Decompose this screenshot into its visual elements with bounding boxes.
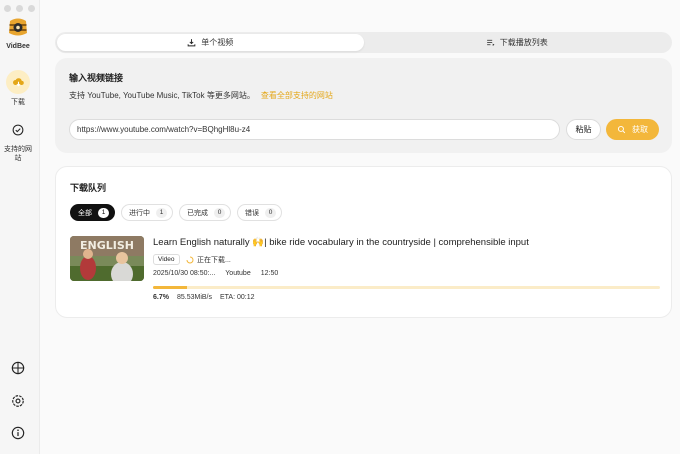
maximize-window-button[interactable]	[28, 5, 35, 12]
sidebar-item-supported-sites[interactable]: 支持的网站	[0, 118, 36, 163]
download-queue-card: 下载队列 全部 1 进行中 1 已完成 0 错误 0 ENGLISH Learn…	[55, 166, 672, 318]
thumbnail-title: ENGLISH	[80, 239, 134, 252]
filter-label: 已完成	[187, 209, 208, 217]
sidebar-item-label: 支持的网站	[4, 146, 32, 162]
video-duration: 12:50	[260, 270, 279, 277]
download-cloud-icon	[12, 77, 24, 86]
info-icon[interactable]	[11, 426, 25, 440]
support-description: 支持 YouTube, YouTube Music, TikTok 等更多网站。	[69, 91, 255, 100]
progress-fill	[153, 286, 187, 289]
paste-button[interactable]: 粘贴	[566, 119, 601, 140]
search-icon	[617, 125, 626, 134]
download-stats: 6.7% 85.53MiB/s ETA: 00:12	[153, 294, 255, 301]
url-input[interactable]	[69, 119, 560, 140]
sidebar-item-label: 下载	[11, 99, 25, 106]
progress-percent: 6.7%	[153, 294, 169, 301]
filter-count: 0	[214, 207, 225, 218]
settings-icon[interactable]	[11, 394, 25, 408]
filter-count: 1	[156, 207, 167, 218]
download-speed: 85.53MiB/s	[176, 294, 212, 301]
tab-single-video[interactable]: 单个视频	[57, 34, 364, 51]
sidebar: VidBee 下载 支持的网站	[0, 0, 40, 454]
status-text: 正在下载...	[197, 256, 231, 264]
filter-error[interactable]: 错误 0	[237, 204, 282, 221]
video-title: Learn English naturally 🙌| bike ride voc…	[153, 237, 529, 248]
minimize-window-button[interactable]	[16, 5, 23, 12]
fetch-label: 获取	[632, 125, 648, 134]
filter-label: 全部	[78, 209, 92, 217]
type-badge: Video	[153, 254, 180, 265]
sidebar-item-download[interactable]: 下载	[0, 70, 36, 107]
download-status: 正在下载...	[186, 254, 231, 265]
app-name: VidBee	[6, 43, 30, 50]
download-icon	[187, 39, 196, 47]
close-window-button[interactable]	[4, 5, 11, 12]
tab-label: 下载播放列表	[499, 38, 548, 47]
eta: ETA: 00:12	[220, 294, 255, 301]
created-date: 2025/10/30 08:50:...	[153, 270, 216, 277]
filter-in-progress[interactable]: 进行中 1	[121, 204, 173, 221]
support-text: 支持 YouTube, YouTube Music, TikTok 等更多网站。…	[69, 90, 333, 101]
video-thumbnail[interactable]: ENGLISH	[70, 236, 144, 281]
download-progress-bar	[153, 286, 660, 289]
tab-label: 单个视频	[201, 38, 234, 47]
globe-icon[interactable]	[11, 361, 25, 375]
filter-all[interactable]: 全部 1	[70, 204, 115, 221]
filter-label: 错误	[245, 209, 259, 217]
supported-sites-link[interactable]: 查看全部支持的网站	[261, 91, 333, 100]
filter-count: 1	[98, 207, 109, 218]
window-controls	[4, 5, 35, 12]
filter-completed[interactable]: 已完成 0	[179, 204, 231, 221]
check-circle-icon	[12, 124, 24, 136]
input-section-title: 输入视频链接	[69, 73, 124, 83]
playlist-icon	[486, 39, 495, 46]
tab-playlist[interactable]: 下载播放列表	[364, 34, 671, 51]
source-site: Youtube	[225, 270, 251, 277]
spinner-icon	[186, 256, 194, 263]
filter-count: 0	[265, 207, 276, 218]
download-item: ENGLISH Learn English naturally 🙌| bike …	[70, 236, 660, 306]
queue-title: 下载队列	[70, 183, 107, 193]
fetch-button[interactable]: 获取	[606, 119, 659, 140]
mode-tabs: 单个视频 下载播放列表	[55, 32, 672, 53]
queue-filters: 全部 1 进行中 1 已完成 0 错误 0	[70, 204, 282, 221]
video-meta: 2025/10/30 08:50:... Youtube 12:50	[153, 270, 278, 277]
vidbee-logo	[9, 18, 27, 36]
filter-label: 进行中	[129, 209, 150, 217]
url-input-card: 输入视频链接 支持 YouTube, YouTube Music, TikTok…	[55, 58, 672, 153]
